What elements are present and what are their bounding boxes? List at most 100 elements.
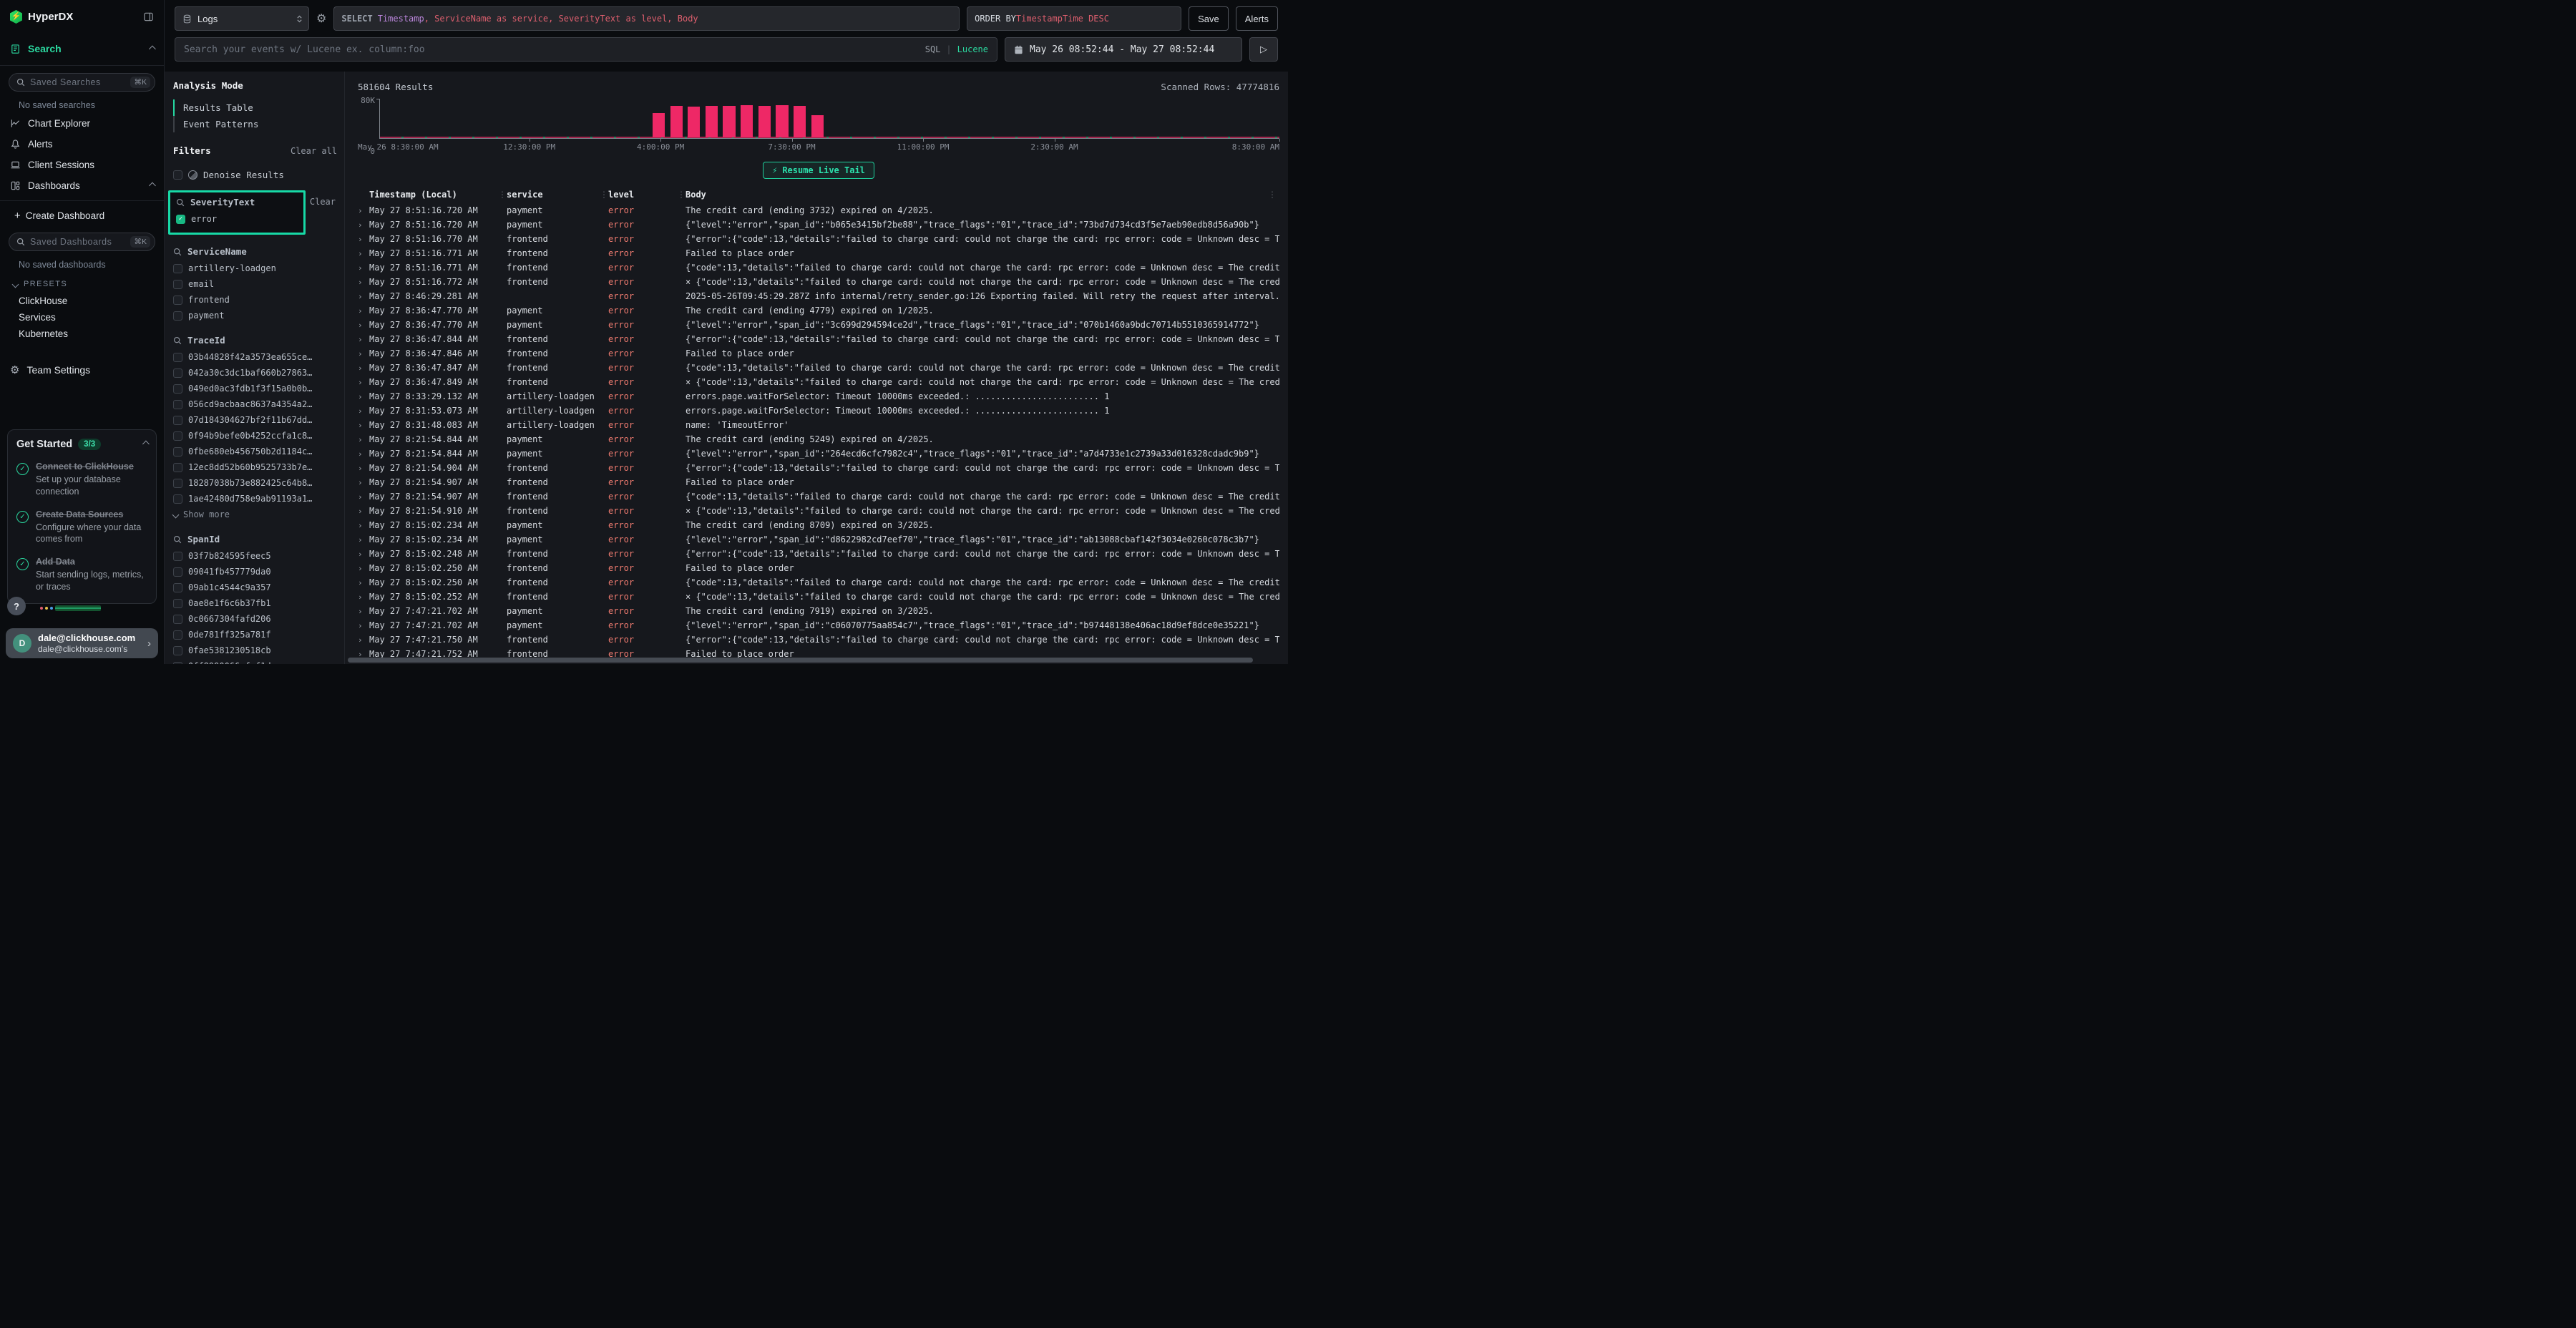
saved-searches-input[interactable] <box>30 77 125 87</box>
table-row[interactable]: ›May 27 8:21:54.844 AMpaymenterror{"leve… <box>358 446 1279 461</box>
table-row[interactable]: ›May 27 8:51:16.772 AMfrontenderror× {"c… <box>358 275 1279 289</box>
event-search-input[interactable] <box>184 44 918 55</box>
row-expand-icon[interactable]: › <box>358 435 369 444</box>
filter-value-traceid[interactable]: 049ed0ac3fdb1f3f15a0b0b… <box>173 381 337 396</box>
checkbox-unchecked-icon[interactable] <box>173 463 182 472</box>
resume-live-tail-button[interactable]: ⚡ Resume Live Tail <box>763 162 874 179</box>
column-header-timestamp[interactable]: Timestamp (Local) <box>369 190 498 200</box>
row-expand-icon[interactable]: › <box>358 635 369 645</box>
column-resize-handle[interactable]: ⋮ <box>600 190 608 200</box>
histogram-bar[interactable] <box>758 106 771 137</box>
filter-group-name[interactable]: SpanId <box>187 534 220 545</box>
checkbox-unchecked-icon[interactable] <box>173 353 182 362</box>
row-expand-icon[interactable]: › <box>358 335 369 344</box>
table-row[interactable]: ›May 27 8:36:47.770 AMpaymenterrorThe cr… <box>358 303 1279 318</box>
sidebar-item-client-sessions[interactable]: Client Sessions <box>0 155 164 175</box>
source-select[interactable]: Logs <box>175 6 309 31</box>
row-expand-icon[interactable]: › <box>358 292 369 301</box>
row-expand-icon[interactable]: › <box>358 607 369 616</box>
checkbox-unchecked-icon[interactable] <box>173 384 182 394</box>
column-header-service[interactable]: service <box>507 190 600 200</box>
filter-value-traceid[interactable]: 042a30c3dc1baf660b27863… <box>173 365 337 381</box>
table-row[interactable]: ›May 27 8:15:02.250 AMfrontenderrorFaile… <box>358 561 1279 575</box>
table-row[interactable]: ›May 27 8:15:02.250 AMfrontenderror{"cod… <box>358 575 1279 590</box>
get-started-item[interactable]: ✓ Create Data Sources Configure where yo… <box>16 508 147 546</box>
checkbox-unchecked-icon[interactable] <box>173 296 182 305</box>
sql-mode-toggle[interactable]: SQL <box>925 44 941 54</box>
table-row[interactable]: ›May 27 8:36:47.846 AMfrontenderrorFaile… <box>358 346 1279 361</box>
checkbox-unchecked-icon[interactable] <box>173 170 182 180</box>
sidebar-item-clickhouse[interactable]: ClickHouse <box>0 293 164 309</box>
chevron-up-icon[interactable] <box>142 441 150 448</box>
filter-value[interactable]: frontend <box>173 292 337 308</box>
filter-value-traceid[interactable]: 1ae42480d758e9ab91193a1… <box>173 491 337 507</box>
histogram-bar[interactable] <box>776 105 788 137</box>
row-expand-icon[interactable]: › <box>358 535 369 545</box>
filter-value-traceid[interactable]: 0f94b9befe0b4252ccfa1c8… <box>173 428 337 444</box>
row-expand-icon[interactable]: › <box>358 392 369 401</box>
table-row[interactable]: ›May 27 8:21:54.844 AMpaymenterrorThe cr… <box>358 432 1279 446</box>
table-row[interactable]: ›May 27 8:31:48.083 AMartillery-loadgene… <box>358 418 1279 432</box>
analysis-mode-event-patterns[interactable]: Event Patterns <box>173 116 337 132</box>
histogram-bar[interactable] <box>706 106 718 137</box>
table-row[interactable]: ›May 27 8:21:54.904 AMfrontenderror{"err… <box>358 461 1279 475</box>
filter-value-spanid[interactable]: 0ff8990066efcf1d <box>173 658 337 664</box>
source-settings-gear-icon[interactable]: ⚙ <box>316 11 326 26</box>
row-expand-icon[interactable]: › <box>358 206 369 215</box>
sidebar-item-alerts[interactable]: Alerts <box>0 134 164 155</box>
row-expand-icon[interactable]: › <box>358 449 369 459</box>
checkbox-unchecked-icon[interactable] <box>173 400 182 409</box>
filter-value[interactable]: payment <box>173 308 337 323</box>
row-expand-icon[interactable]: › <box>358 492 369 502</box>
row-expand-icon[interactable]: › <box>358 406 369 416</box>
row-expand-icon[interactable]: › <box>358 521 369 530</box>
row-expand-icon[interactable]: › <box>358 464 369 473</box>
date-range-picker[interactable]: May 26 08:52:44 - May 27 08:52:44 <box>1005 37 1242 62</box>
run-search-button[interactable]: ▷ <box>1249 37 1278 62</box>
column-header-body[interactable]: Body <box>686 190 1268 200</box>
filter-group-name[interactable]: TraceId <box>187 335 225 346</box>
filter-value-traceid[interactable]: 12ec8dd52b60b9525733b7e… <box>173 459 337 475</box>
checkbox-unchecked-icon[interactable] <box>173 646 182 655</box>
save-button[interactable]: Save <box>1189 6 1229 31</box>
histogram-bar[interactable] <box>794 106 806 137</box>
table-row[interactable]: ›May 27 7:47:21.702 AMpaymenterrorThe cr… <box>358 604 1279 618</box>
column-header-level[interactable]: level <box>608 190 677 200</box>
table-row[interactable]: ›May 27 8:51:16.771 AMfrontenderrorFaile… <box>358 246 1279 260</box>
sidebar-item-team-settings[interactable]: ⚙ Team Settings <box>0 359 164 381</box>
saved-dashboards-searchbox[interactable]: ⌘K <box>9 233 155 251</box>
filter-group-name[interactable]: SeverityText <box>190 197 255 208</box>
filter-value[interactable]: email <box>173 276 337 292</box>
table-row[interactable]: ›May 27 8:36:47.770 AMpaymenterror{"leve… <box>358 318 1279 332</box>
row-expand-icon[interactable]: › <box>358 249 369 258</box>
row-expand-icon[interactable]: › <box>358 621 369 630</box>
row-expand-icon[interactable]: › <box>358 578 369 587</box>
row-expand-icon[interactable]: › <box>358 321 369 330</box>
row-expand-icon[interactable]: › <box>358 349 369 358</box>
table-row[interactable]: ›May 27 8:33:29.132 AMartillery-loadgene… <box>358 389 1279 404</box>
histogram-bar[interactable] <box>653 113 665 137</box>
filter-value-spanid[interactable]: 0de781ff325a781f <box>173 627 337 643</box>
histogram-bar[interactable] <box>670 106 683 137</box>
row-expand-icon[interactable]: › <box>358 507 369 516</box>
table-row[interactable]: ›May 27 7:47:21.750 AMfrontenderror{"err… <box>358 633 1279 647</box>
table-row[interactable]: ›May 27 8:31:53.073 AMartillery-loadgene… <box>358 404 1279 418</box>
table-row[interactable]: ›May 27 8:51:16.720 AMpaymenterrorThe cr… <box>358 203 1279 218</box>
filter-group-name[interactable]: ServiceName <box>187 246 247 257</box>
sidebar-item-dashboards[interactable]: Dashboards <box>0 175 164 196</box>
select-query-input[interactable]: SELECTTimestamp, ServiceName as service,… <box>333 6 960 31</box>
sidebar-item-chart-explorer[interactable]: Chart Explorer <box>0 113 164 134</box>
checkbox-unchecked-icon[interactable] <box>173 311 182 321</box>
horizontal-scrollbar[interactable] <box>348 658 1253 663</box>
row-expand-icon[interactable]: › <box>358 363 369 373</box>
row-expand-icon[interactable]: › <box>358 235 369 244</box>
filter-value-traceid[interactable]: 056cd9acbaac8637a4354a2… <box>173 396 337 412</box>
table-row[interactable]: ›May 27 8:15:02.248 AMfrontenderror{"err… <box>358 547 1279 561</box>
table-row[interactable]: ›May 27 8:15:02.234 AMpaymenterror{"leve… <box>358 532 1279 547</box>
table-row[interactable]: ›May 27 8:51:16.720 AMpaymenterror{"leve… <box>358 218 1279 232</box>
sidebar-item-kubernetes[interactable]: Kubernetes <box>0 326 164 342</box>
sidebar-collapse-icon[interactable] <box>143 11 154 22</box>
checkbox-unchecked-icon[interactable] <box>173 280 182 289</box>
row-expand-icon[interactable]: › <box>358 550 369 559</box>
checkbox-checked-icon[interactable]: ✓ <box>176 215 185 224</box>
